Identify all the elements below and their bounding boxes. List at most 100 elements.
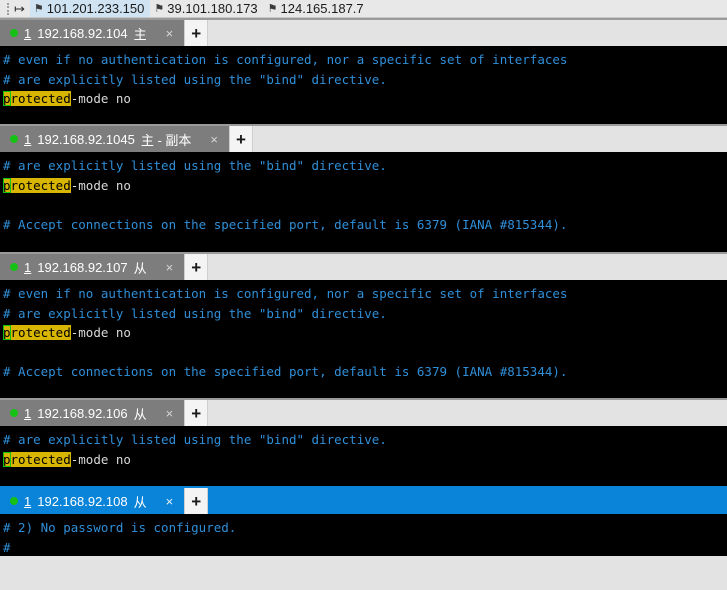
tab-close-icon[interactable]: × <box>153 27 181 40</box>
terminal-output[interactable]: # 2) No password is configured.## The se… <box>0 514 727 556</box>
session-panel: 1 192.168.92.108 从 × + # 2) No password is co… <box>0 486 727 556</box>
terminal-text: # are explicitly listed using the "bind"… <box>3 71 387 87</box>
terminal-text: # <box>3 539 11 555</box>
connection-status-dot-icon <box>10 497 18 505</box>
connection-status-dot-icon <box>10 29 18 37</box>
terminal-search-highlight: rotected <box>10 325 71 340</box>
new-tab-button[interactable]: + <box>229 126 253 152</box>
terminal-output[interactable]: # are explicitly listed using the "bind"… <box>0 152 727 252</box>
terminal-cursor: p <box>3 325 11 340</box>
tab-strip: 1 192.168.92.108 从 × + <box>0 486 727 514</box>
new-tab-button[interactable]: + <box>184 20 209 46</box>
connection-status-dot-icon <box>10 135 18 143</box>
tab-role-label: 主 <box>133 26 147 42</box>
terminal-text: # Accept connections on the specified po… <box>3 216 568 232</box>
bookmark-label: 124.165.187.7 <box>280 1 364 16</box>
tab-host-label: 192.168.92.108 <box>37 493 128 509</box>
terminal-search-highlight: rotected <box>10 451 71 467</box>
terminal-text: # even if no authentication is configure… <box>3 52 568 67</box>
tab-index-label: 1 <box>24 493 32 509</box>
terminal-search-highlight: rotected <box>10 91 71 106</box>
terminal-text: # 2) No password is configured. <box>3 520 237 535</box>
terminal-text: -mode no <box>70 451 131 467</box>
tab-strip-empty-area <box>253 126 727 152</box>
tab-role-label: 主 - 副本 <box>140 132 192 148</box>
terminal-cursor: p <box>3 91 11 106</box>
bookmark-label: 39.101.180.173 <box>167 1 258 16</box>
bookmark-icon: ⚑ <box>154 3 165 15</box>
terminal-line: # <box>3 538 727 557</box>
session-panel: 1 192.168.92.104 主 × + # even if no authentic… <box>0 18 727 124</box>
bookmark-item[interactable]: ⚑ 101.201.233.150 <box>29 0 151 17</box>
bookmark-item[interactable]: ⚑ 124.165.187.7 <box>264 0 370 17</box>
terminal-line: # are explicitly listed using the "bind"… <box>3 70 727 90</box>
tab-role-label: 从 <box>133 260 147 276</box>
terminal-line: # Accept connections on the specified po… <box>3 362 727 382</box>
terminal-line: # Accept connections on the specified po… <box>3 215 727 235</box>
new-tab-button[interactable]: + <box>184 488 209 514</box>
terminal-text: # Accept connections on the specified po… <box>3 364 568 379</box>
bookmark-icon: ⚑ <box>267 3 278 15</box>
tab-host-label: 192.168.92.104 <box>37 25 128 41</box>
bookmark-bar-drag-handle[interactable] <box>4 2 12 16</box>
tab-session-192.168.92.107[interactable]: 1 192.168.92.107 从 × <box>0 254 185 280</box>
tab-host-label: 192.168.92.106 <box>37 405 128 421</box>
bookmark-icon: ⚑ <box>33 3 44 15</box>
tab-strip-empty-area <box>208 20 727 46</box>
tab-strip-empty-area <box>208 254 727 280</box>
terminal-line: protected-mode no <box>3 176 727 196</box>
terminal-text: # are explicitly listed using the "bind"… <box>3 432 387 447</box>
terminal-line <box>3 195 727 215</box>
tab-session-192.168.92.1045[interactable]: 1 192.168.92.1045 主 - 副本 × <box>0 126 229 152</box>
terminal-output[interactable]: # even if no authentication is configure… <box>0 280 727 398</box>
tab-index-label: 1 <box>24 131 32 147</box>
terminal-line: protected-mode no <box>3 450 727 470</box>
tab-close-icon[interactable]: × <box>197 133 225 146</box>
new-tab-button[interactable]: + <box>184 254 209 280</box>
session-panel-list: 1 192.168.92.104 主 × + # even if no authentic… <box>0 18 727 556</box>
terminal-text: # are explicitly listed using the "bind"… <box>3 158 387 173</box>
tab-index-label: 1 <box>24 259 32 275</box>
terminal-text: -mode no <box>70 325 131 340</box>
bookmark-label: 101.201.233.150 <box>46 1 145 16</box>
terminal-output[interactable]: # are explicitly listed using the "bind"… <box>0 426 727 486</box>
tab-strip-empty-area <box>208 400 727 426</box>
tab-close-icon[interactable]: × <box>153 495 181 508</box>
bookmark-item[interactable]: ⚑ 39.101.180.173 <box>150 0 263 17</box>
terminal-line: # are explicitly listed using the "bind"… <box>3 304 727 324</box>
terminal-cursor: p <box>3 451 11 467</box>
tab-host-label: 192.168.92.107 <box>37 259 128 275</box>
tab-strip: 1 192.168.92.1045 主 - 副本 × + <box>0 124 727 152</box>
terminal-text: # are explicitly listed using the "bind"… <box>3 305 387 321</box>
terminal-line: # are explicitly listed using the "bind"… <box>3 156 727 176</box>
tab-close-icon[interactable]: × <box>153 407 181 420</box>
tab-session-192.168.92.106[interactable]: 1 192.168.92.106 从 × <box>0 400 185 426</box>
tab-role-label: 从 <box>133 494 147 510</box>
tab-strip-empty-area <box>208 488 727 514</box>
terminal-text: -mode no <box>70 177 131 193</box>
session-panel: 1 192.168.92.107 从 × + # even if no authentic… <box>0 252 727 398</box>
tab-role-label: 从 <box>133 406 147 422</box>
terminal-cursor: p <box>3 177 11 193</box>
terminal-output[interactable]: # even if no authentication is configure… <box>0 46 727 124</box>
terminal-line: # even if no authentication is configure… <box>3 284 727 304</box>
new-tab-button[interactable]: + <box>184 400 209 426</box>
terminal-line: # 2) No password is configured. <box>3 518 727 538</box>
tab-strip: 1 192.168.92.104 主 × + <box>0 18 727 46</box>
terminal-text: -mode no <box>70 91 131 106</box>
terminal-text: # even if no authentication is configure… <box>3 286 568 301</box>
bookmark-bar: ↦ ⚑ 101.201.233.150 ⚑ 39.101.180.173 ⚑ 124.16… <box>0 0 727 18</box>
bookmark-overflow-arrow-icon[interactable]: ↦ <box>14 2 25 15</box>
terminal-line: # even if no authentication is configure… <box>3 50 727 70</box>
tab-index-label: 1 <box>24 25 32 41</box>
tab-strip: 1 192.168.92.106 从 × + <box>0 398 727 426</box>
tab-close-icon[interactable]: × <box>153 261 181 274</box>
tab-session-192.168.92.104[interactable]: 1 192.168.92.104 主 × <box>0 20 185 46</box>
tab-strip: 1 192.168.92.107 从 × + <box>0 252 727 280</box>
terminal-line <box>3 343 727 363</box>
tab-session-192.168.92.108[interactable]: 1 192.168.92.108 从 × <box>0 488 185 514</box>
tab-host-label: 192.168.92.1045 <box>37 131 135 147</box>
terminal-line: protected-mode no <box>3 89 727 109</box>
